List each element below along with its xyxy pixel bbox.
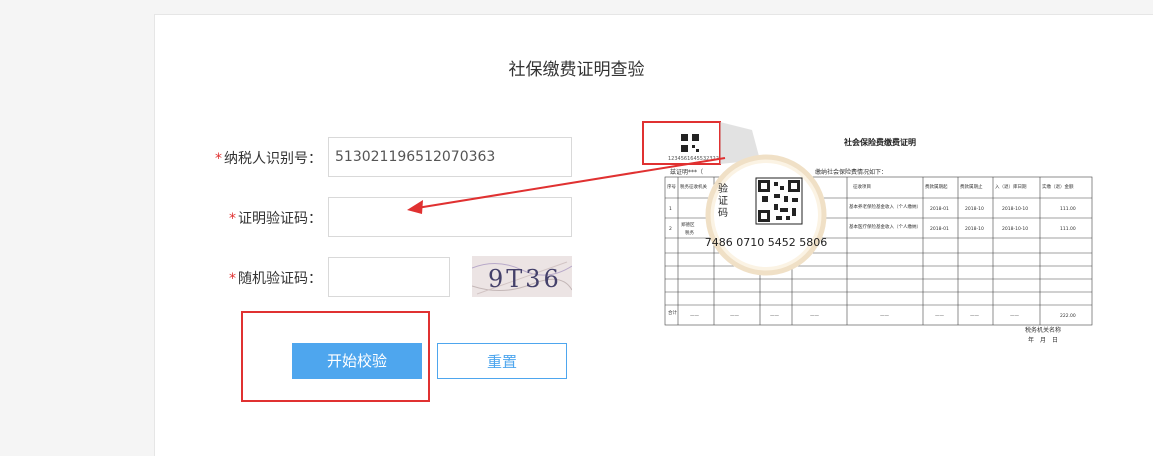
guide-arrow	[407, 157, 726, 214]
required-mark: *	[215, 151, 222, 167]
doc-header-right: 缴纳社会保险费情况如下：	[815, 168, 887, 176]
taxpayer-id-label-text: 纳税人识别号：	[224, 151, 322, 167]
required-mark: *	[229, 271, 236, 287]
total-dash-7: ——	[970, 314, 980, 319]
total-dash-1: ——	[690, 314, 700, 319]
footer-date: 年 月 日	[1028, 336, 1058, 344]
captcha-image[interactable]: 9T36	[472, 256, 572, 297]
total-dash-8: ——	[1010, 314, 1020, 319]
row2-start: 2018-01	[930, 226, 949, 232]
col-start: 费款属期起	[925, 183, 948, 190]
row2-amount: 111.00	[1060, 226, 1076, 232]
random-code-label-text: 随机验证码：	[238, 271, 322, 287]
total-dash-3: ——	[770, 314, 780, 319]
row1-end: 2018-10	[965, 206, 984, 212]
col-end: 费款属期止	[960, 183, 983, 190]
total-dash-4: ——	[810, 314, 820, 319]
total-dash-2: ——	[730, 314, 740, 319]
row1-date: 2018-10-10	[1002, 206, 1028, 212]
total-dash-6: ——	[935, 314, 945, 319]
col-date: 入（退）库日期	[995, 183, 1027, 190]
row2-seq: 2	[669, 226, 672, 232]
captcha-text: 9T36	[488, 265, 562, 293]
row2-org: 郑德区	[681, 221, 695, 228]
doc-title: 社会保险费缴费证明	[843, 137, 916, 147]
row2-end: 2018-10	[965, 226, 984, 232]
footer-org: 税务机关名称	[1025, 326, 1061, 334]
row2-org-b: 税务	[685, 229, 694, 236]
random-code-input[interactable]	[328, 257, 450, 297]
cert-code-label: * 证明验证码：	[182, 208, 322, 228]
zoom-code: 7486 0710 5452 5806	[705, 236, 827, 249]
row2-item: 基本医疗保险基金收入（个人缴纳）	[849, 223, 921, 230]
reset-button[interactable]: 重置	[437, 343, 567, 379]
random-code-label: * 随机验证码：	[182, 268, 322, 288]
captcha-noise: 9T36	[472, 261, 572, 295]
cert-code-label-text: 证明验证码：	[238, 211, 322, 227]
row1-start: 2018-01	[930, 206, 949, 212]
large-qr-icon	[755, 177, 803, 225]
required-mark: *	[229, 211, 236, 227]
row1-amount: 111.00	[1060, 206, 1076, 212]
taxpayer-id-label: * 纳税人识别号：	[182, 148, 322, 168]
total-label: 合计	[668, 309, 677, 316]
row1-item: 基本养老保险基金收入（个人缴纳）	[849, 203, 921, 210]
col-item: 征收项目	[853, 183, 871, 190]
row2-date: 2018-10-10	[1002, 226, 1028, 232]
total-value: 222.00	[1060, 313, 1076, 319]
total-dash-5: ——	[880, 314, 890, 319]
start-verify-button[interactable]: 开始校验	[292, 343, 422, 379]
col-amount: 实缴（退）金额	[1042, 183, 1074, 190]
page-title: 社保缴费证明查验	[508, 60, 645, 80]
